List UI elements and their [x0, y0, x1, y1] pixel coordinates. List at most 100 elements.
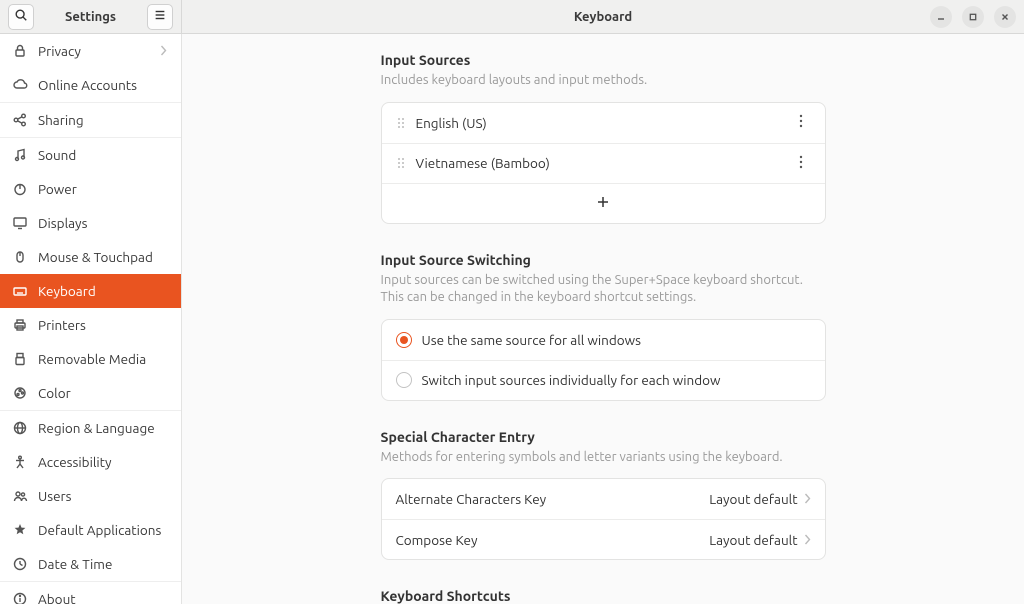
sidebar-item-label: Mouse & Touchpad: [38, 249, 153, 265]
more-options-button[interactable]: [791, 114, 811, 131]
row-value: Layout default: [709, 491, 797, 507]
sidebar-item-privacy[interactable]: Privacy: [0, 34, 181, 68]
sidebar-item-users[interactable]: Users: [0, 479, 181, 513]
usb-icon: [12, 351, 28, 367]
close-button[interactable]: [994, 6, 1016, 28]
sidebar-item-label: Date & Time: [38, 556, 112, 572]
titlebar-right: Keyboard: [182, 0, 1024, 33]
sidebar-item-label: Privacy: [38, 43, 81, 59]
sidebar-item-label: Sharing: [38, 112, 84, 128]
power-icon: [12, 181, 28, 197]
row-value: Layout default: [709, 532, 797, 548]
star-icon: [12, 522, 28, 538]
sidebar-item-label: Accessibility: [38, 454, 112, 470]
menu-button[interactable]: [147, 4, 173, 30]
maximize-icon: [968, 9, 978, 25]
sidebar-item-sharing[interactable]: Sharing: [0, 103, 181, 137]
minimize-button[interactable]: [930, 6, 952, 28]
radio-label: Use the same source for all windows: [422, 332, 811, 348]
sidebar-item-label: Region & Language: [38, 420, 155, 436]
content-panel: Input Sources Includes keyboard layouts …: [182, 34, 1024, 604]
sidebar-item-date-time[interactable]: Date & Time: [0, 547, 181, 581]
monitor-icon: [12, 215, 28, 231]
users-icon: [12, 488, 28, 504]
close-icon: [1000, 9, 1010, 25]
sidebar-item-displays[interactable]: Displays: [0, 206, 181, 240]
cloud-icon: [12, 77, 28, 93]
keyboard-icon: [12, 283, 28, 299]
sidebar-item-keyboard[interactable]: Keyboard: [0, 274, 181, 308]
sidebar-item-removable-media[interactable]: Removable Media: [0, 342, 181, 376]
sidebar-item-label: Color: [38, 385, 71, 401]
row-label: Compose Key: [396, 532, 710, 548]
sidebar-item-label: Users: [38, 488, 72, 504]
kebab-icon: [799, 155, 803, 172]
music-icon: [12, 147, 28, 163]
plus-icon: [596, 195, 610, 212]
color-icon: [12, 385, 28, 401]
radio-button[interactable]: [396, 372, 412, 388]
sidebar-item-label: Online Accounts: [38, 77, 137, 93]
panel-title: Keyboard: [574, 10, 632, 24]
section-keyboard-shortcuts: Keyboard Shortcuts View and Customize Sh…: [381, 588, 826, 604]
settings-title: Settings: [40, 10, 141, 24]
section-input-sources: Input Sources Includes keyboard layouts …: [381, 52, 826, 224]
sidebar-item-sound[interactable]: Sound: [0, 138, 181, 172]
drag-handle-icon[interactable]: [396, 156, 406, 170]
radio-option-per-window[interactable]: Switch input sources individually for ea…: [382, 360, 825, 400]
input-source-row[interactable]: English (US): [382, 103, 825, 143]
maximize-button[interactable]: [962, 6, 984, 28]
more-options-button[interactable]: [791, 155, 811, 172]
share-icon: [12, 112, 28, 128]
sidebar-item-default-applications[interactable]: Default Applications: [0, 513, 181, 547]
row-label: Alternate Characters Key: [396, 491, 710, 507]
chevron-right-icon: [804, 491, 811, 507]
sidebar-item-label: About: [38, 591, 76, 604]
radio-button[interactable]: [396, 332, 412, 348]
chevron-right-icon: [804, 532, 811, 548]
section-desc: Input sources can be switched using the …: [381, 272, 826, 307]
globe-icon: [12, 420, 28, 436]
drag-handle-icon[interactable]: [396, 116, 406, 130]
kebab-icon: [799, 114, 803, 131]
radio-option-same-source[interactable]: Use the same source for all windows: [382, 320, 825, 360]
sidebar-item-about[interactable]: About: [0, 582, 181, 604]
lock-icon: [12, 43, 28, 59]
clock-icon: [12, 556, 28, 572]
hamburger-icon: [153, 8, 167, 25]
sidebar-item-mouse-touchpad[interactable]: Mouse & Touchpad: [0, 240, 181, 274]
titlebar-left: Settings: [0, 0, 182, 33]
section-desc: Methods for entering symbols and letter …: [381, 449, 826, 467]
radio-label: Switch input sources individually for ea…: [422, 372, 811, 388]
section-title: Special Character Entry: [381, 429, 826, 445]
section-switching: Input Source Switching Input sources can…: [381, 252, 826, 401]
sidebar: Privacy Online Accounts S: [0, 34, 182, 604]
input-source-name: English (US): [416, 115, 791, 131]
sidebar-item-online-accounts[interactable]: Online Accounts: [0, 68, 181, 102]
section-title: Input Sources: [381, 52, 826, 68]
input-source-row[interactable]: Vietnamese (Bamboo): [382, 143, 825, 183]
sidebar-item-accessibility[interactable]: Accessibility: [0, 445, 181, 479]
add-input-source-button[interactable]: [382, 183, 825, 223]
section-title: Input Source Switching: [381, 252, 826, 268]
sidebar-item-label: Displays: [38, 215, 87, 231]
sidebar-item-label: Sound: [38, 147, 76, 163]
section-desc: Includes keyboard layouts and input meth…: [381, 72, 826, 90]
sidebar-item-printers[interactable]: Printers: [0, 308, 181, 342]
sidebar-item-region-language[interactable]: Region & Language: [0, 411, 181, 445]
sidebar-item-label: Default Applications: [38, 522, 161, 538]
printer-icon: [12, 317, 28, 333]
sidebar-item-power[interactable]: Power: [0, 172, 181, 206]
sidebar-item-color[interactable]: Color: [0, 376, 181, 410]
sidebar-item-label: Keyboard: [38, 283, 96, 299]
window-controls: [930, 6, 1016, 28]
compose-key-row[interactable]: Compose Key Layout default: [382, 519, 825, 559]
search-button[interactable]: [8, 4, 34, 30]
info-icon: [12, 591, 28, 604]
alternate-characters-key-row[interactable]: Alternate Characters Key Layout default: [382, 479, 825, 519]
section-title: Keyboard Shortcuts: [381, 588, 826, 604]
titlebar: Settings Keyboard: [0, 0, 1024, 34]
sidebar-item-label: Removable Media: [38, 351, 146, 367]
sidebar-item-label: Printers: [38, 317, 86, 333]
sidebar-item-label: Power: [38, 181, 77, 197]
